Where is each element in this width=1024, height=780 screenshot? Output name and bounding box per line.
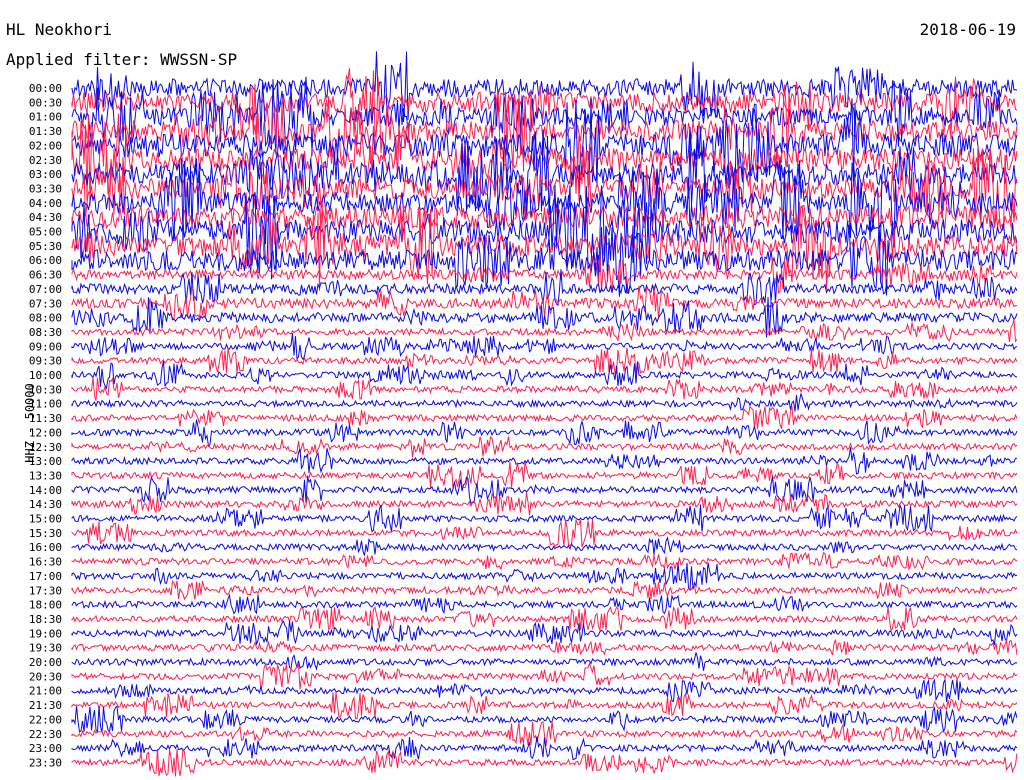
trace-line bbox=[71, 503, 1018, 533]
time-tick-label: 10:00 bbox=[29, 369, 62, 382]
trace-line bbox=[71, 661, 1018, 690]
trace-line bbox=[71, 580, 1018, 601]
trace-line bbox=[71, 678, 1018, 703]
time-tick-label: 19:00 bbox=[29, 627, 62, 640]
time-tick-label: 07:00 bbox=[29, 283, 62, 296]
time-tick-label: 17:30 bbox=[29, 584, 62, 597]
trace-line bbox=[71, 747, 1018, 777]
trace-line bbox=[71, 620, 1018, 646]
time-tick-label: 21:00 bbox=[29, 685, 62, 698]
trace-line bbox=[71, 476, 1018, 504]
time-tick-label: 23:30 bbox=[29, 756, 62, 769]
time-tick-label: 14:30 bbox=[29, 498, 62, 511]
time-tick-label: 15:30 bbox=[29, 527, 62, 540]
trace-line bbox=[71, 405, 1018, 430]
time-tick-label: 03:00 bbox=[29, 168, 62, 181]
date-label: 2018-06-19 bbox=[919, 20, 1016, 39]
time-tick-label: 06:30 bbox=[29, 269, 62, 282]
trace-line bbox=[71, 319, 1018, 343]
time-tick-label: 09:00 bbox=[29, 340, 62, 353]
trace-line bbox=[71, 593, 1018, 615]
time-tick-label: 20:00 bbox=[29, 656, 62, 669]
trace-line bbox=[71, 377, 1018, 401]
time-tick-label: 01:30 bbox=[29, 125, 62, 138]
trace-line bbox=[71, 518, 1018, 548]
trace-line bbox=[71, 605, 1018, 632]
helicorder-plot: 00:0000:30 01:0001:3002:00 02:3003:0003:30… bbox=[29, 51, 1018, 777]
time-tick-label: 05:00 bbox=[29, 226, 62, 239]
time-tick-label: 18:30 bbox=[29, 613, 62, 626]
time-tick-label: 16:00 bbox=[29, 541, 62, 554]
time-tick-label: 08:00 bbox=[29, 312, 62, 325]
trace-line bbox=[71, 536, 1018, 556]
trace-line bbox=[71, 736, 1018, 761]
channel-label: HHZ - 50000 bbox=[23, 383, 37, 463]
trace-line bbox=[71, 551, 1018, 572]
time-tick-label: 02:00 bbox=[29, 139, 62, 152]
time-tick-label: 06:00 bbox=[29, 254, 62, 267]
trace-line bbox=[71, 562, 1018, 592]
filter-label: Applied filter: WWSSN-SP bbox=[6, 50, 238, 69]
trace-line bbox=[71, 652, 1018, 671]
trace-line bbox=[71, 705, 1018, 734]
time-tick-label: 03:30 bbox=[29, 182, 62, 195]
trace-line bbox=[71, 692, 1018, 720]
time-tick-label: 23:00 bbox=[29, 742, 62, 755]
time-tick-label: 15:00 bbox=[29, 513, 62, 526]
time-tick-label: 18:00 bbox=[29, 599, 62, 612]
trace-line bbox=[71, 447, 1017, 475]
trace-line bbox=[71, 639, 1018, 656]
time-tick-label: 13:30 bbox=[29, 469, 62, 482]
time-tick-label: 14:00 bbox=[29, 484, 62, 497]
time-tick-label: 21:30 bbox=[29, 699, 62, 712]
trace-line bbox=[71, 435, 1018, 458]
time-tick-label: 04:00 bbox=[29, 197, 62, 210]
time-tick-label: 04:30 bbox=[29, 211, 62, 224]
time-tick-label: 17:00 bbox=[29, 570, 62, 583]
time-tick-label: 02:30 bbox=[29, 154, 62, 167]
time-tick-label: 09:30 bbox=[29, 355, 62, 368]
time-tick-label: 08:30 bbox=[29, 326, 62, 339]
time-tick-label: 19:30 bbox=[29, 642, 62, 655]
seismic-traces bbox=[71, 51, 1018, 777]
time-tick-label: 22:30 bbox=[29, 728, 62, 741]
trace-line bbox=[71, 333, 1018, 361]
time-tick-label: 22:00 bbox=[29, 713, 62, 726]
trace-line bbox=[71, 393, 1018, 412]
time-tick-label: 20:30 bbox=[29, 670, 62, 683]
time-tick-label: 00:00 bbox=[29, 82, 62, 95]
time-tick-label: 05:30 bbox=[29, 240, 62, 253]
station-name: HL Neokhori bbox=[6, 20, 112, 39]
trace-line bbox=[71, 129, 1018, 221]
trace-line bbox=[71, 461, 1018, 489]
time-tick-label: 07:30 bbox=[29, 297, 62, 310]
time-tick-label: 00:30 bbox=[29, 96, 62, 109]
time-tick-label: 16:30 bbox=[29, 556, 62, 569]
time-tick-label: 01:00 bbox=[29, 111, 62, 124]
trace-line bbox=[71, 419, 1018, 448]
trace-line bbox=[71, 492, 1018, 516]
